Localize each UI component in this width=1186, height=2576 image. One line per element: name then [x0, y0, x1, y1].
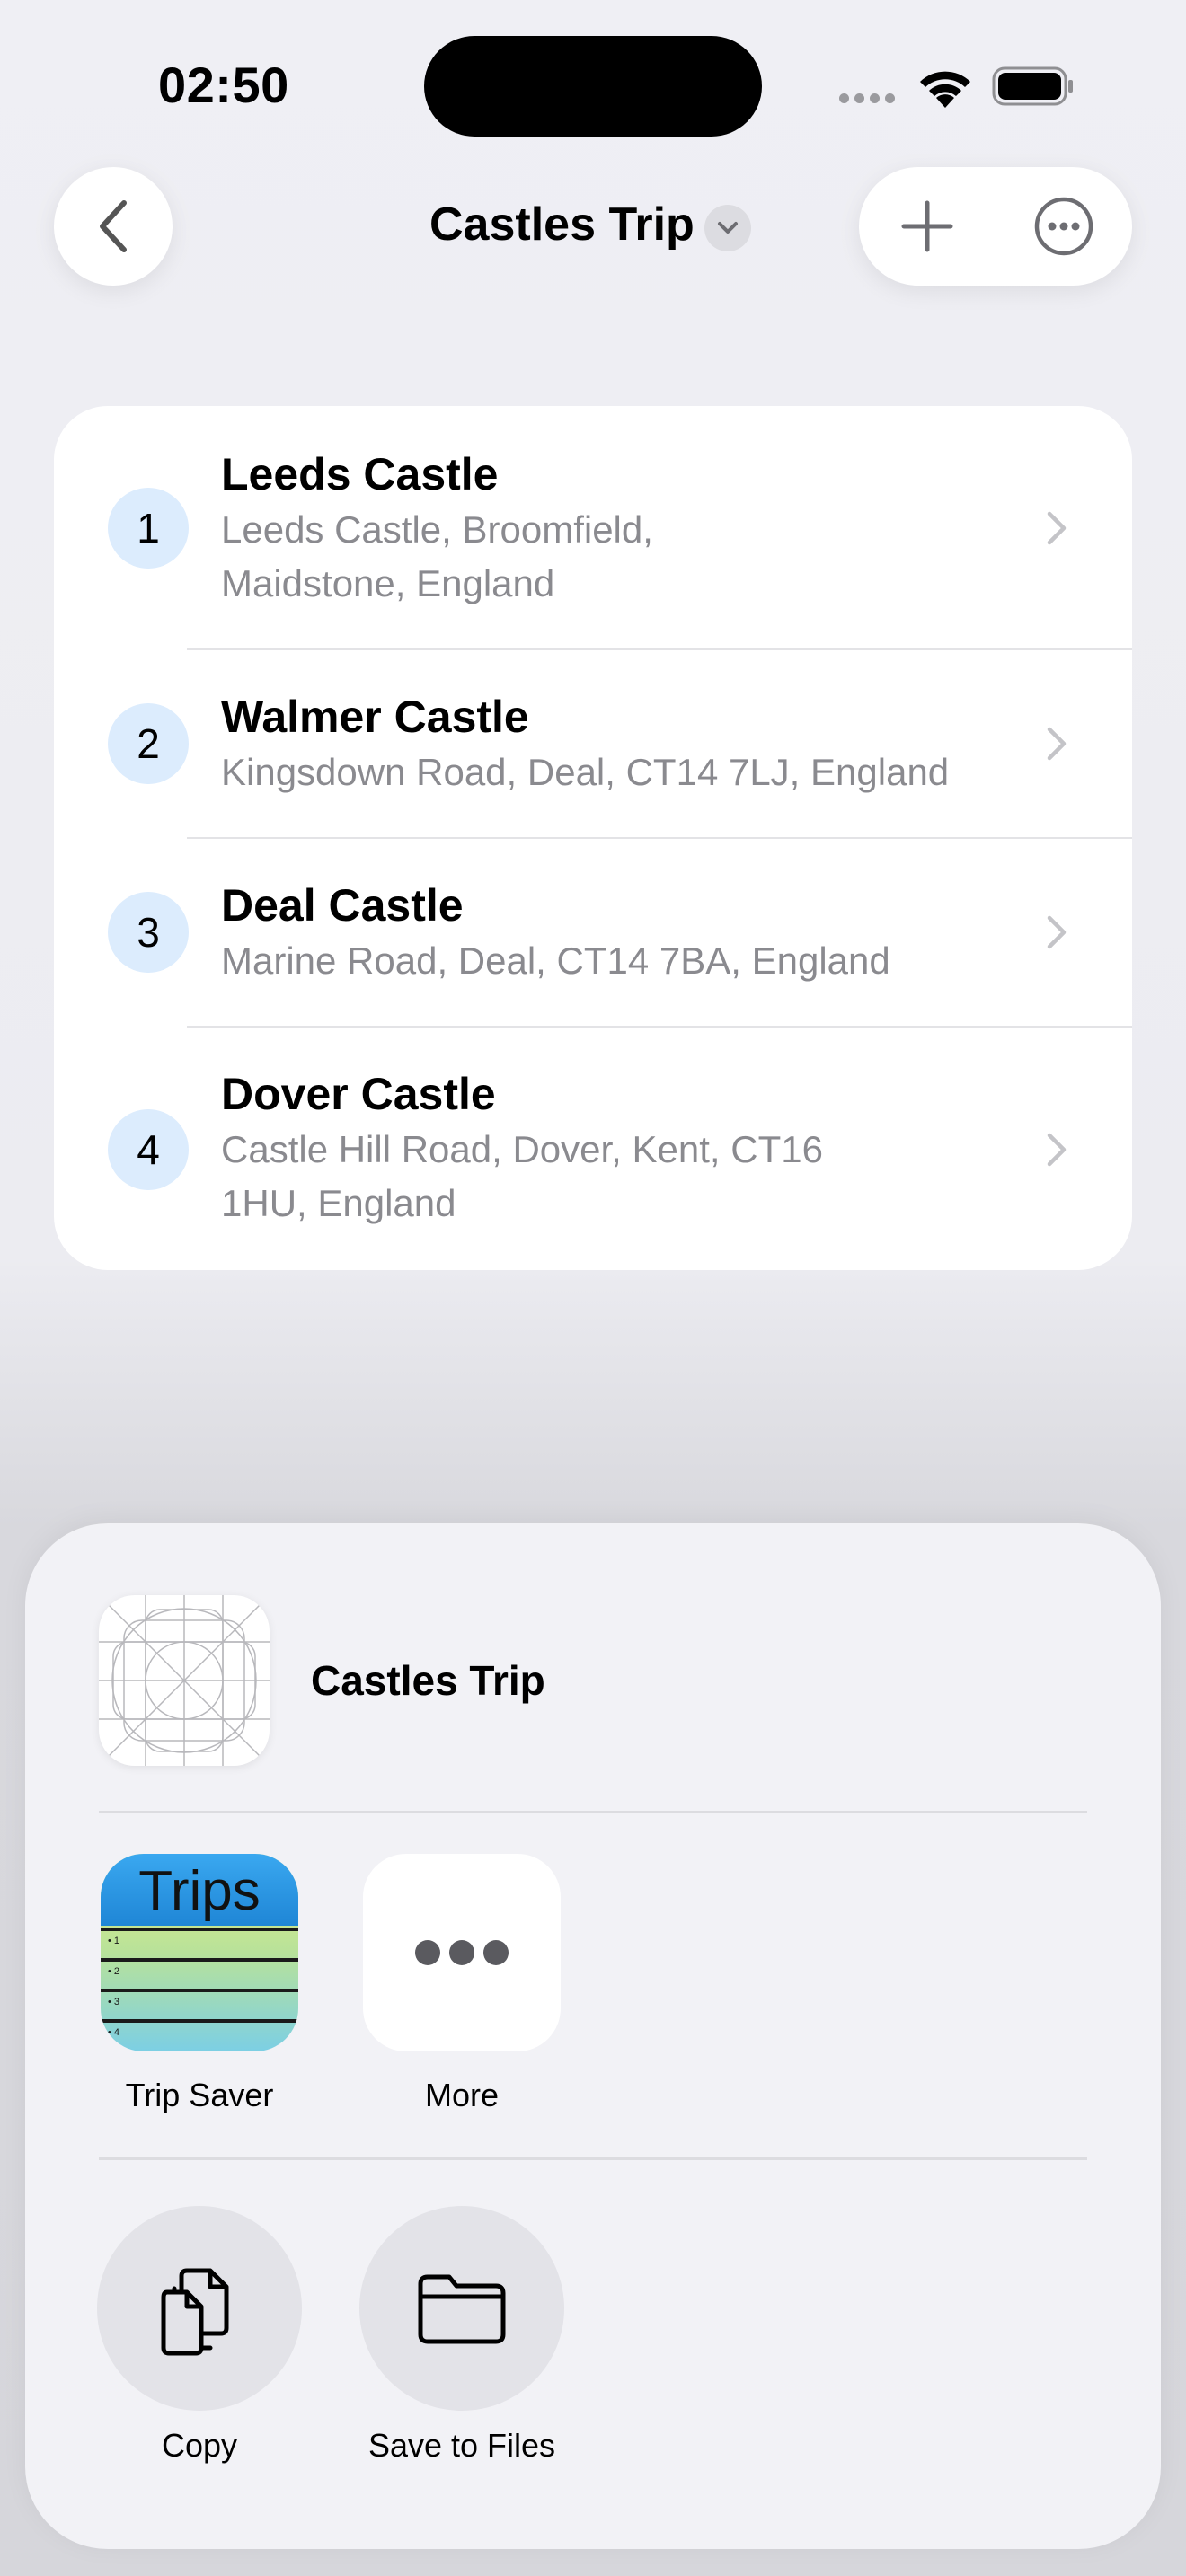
- list-item[interactable]: 3 Deal Castle Marine Road, Deal, CT14 7B…: [54, 839, 1132, 1026]
- list-item[interactable]: 2 Walmer Castle Kingsdown Road, Deal, CT…: [54, 650, 1132, 837]
- copy-label: Copy: [161, 2427, 238, 2464]
- plus-icon: [901, 200, 953, 252]
- page-title[interactable]: Castles Trip: [429, 198, 695, 251]
- save-to-files-label: Save to Files: [367, 2427, 556, 2464]
- svg-text:• 4: • 4: [108, 2027, 119, 2038]
- stop-address-line1: Marine Road, Deal, CT14 7BA, England: [221, 940, 890, 982]
- copy-button[interactable]: [97, 2206, 302, 2411]
- chevron-right-icon: [1047, 1133, 1067, 1167]
- stop-address-line1: Leeds Castle, Broomfield,: [221, 508, 653, 551]
- dynamic-island: [424, 36, 762, 137]
- title-menu-button[interactable]: [704, 205, 751, 251]
- share-sheet-title: Castles Trip: [311, 1657, 545, 1704]
- chevron-down-icon: [718, 222, 738, 234]
- status-time: 02:50: [158, 57, 289, 113]
- chevron-right-icon: [1047, 915, 1067, 949]
- stop-number-badge: 1: [108, 488, 189, 569]
- folder-icon: [418, 2274, 506, 2344]
- svg-text:• 2: • 2: [108, 1966, 119, 1977]
- more-label: More: [424, 2077, 500, 2113]
- stop-number-badge: 2: [108, 703, 189, 784]
- stop-number-badge: 4: [108, 1109, 189, 1190]
- stop-name: Deal Castle: [221, 880, 464, 931]
- share-app-trip-saver[interactable]: Trips • 1 • 2 • 3 • 4: [101, 1854, 298, 2051]
- svg-text:• 3: • 3: [108, 1997, 119, 2007]
- wifi-icon: [920, 71, 970, 108]
- back-button[interactable]: [54, 167, 173, 286]
- stop-address-line2: Maidstone, England: [221, 562, 555, 604]
- stop-name: Dover Castle: [221, 1069, 496, 1119]
- copy-icon: [161, 2268, 229, 2356]
- stop-address-line1: Castle Hill Road, Dover, Kent, CT16: [221, 1128, 823, 1170]
- cellular-signal-icon: [839, 92, 900, 108]
- add-button[interactable]: [859, 167, 996, 286]
- ellipsis-icon: [363, 1854, 561, 2051]
- chevron-left-icon: [100, 200, 127, 252]
- more-options-button[interactable]: [996, 167, 1132, 286]
- list-item[interactable]: 4 Dover Castle Castle Hill Road, Dover, …: [54, 1028, 1132, 1270]
- trips-icon-text: Trips: [138, 1860, 260, 1922]
- chevron-right-icon: [1047, 511, 1067, 545]
- battery-icon: [992, 66, 1073, 106]
- trip-saver-label: Trip Saver: [125, 2077, 274, 2113]
- chevron-right-icon: [1047, 727, 1067, 761]
- stops-list: 1 Leeds Castle Leeds Castle, Broomfield,…: [54, 406, 1132, 1270]
- app-placeholder-icon: [99, 1595, 270, 1766]
- svg-text:• 1: • 1: [108, 1936, 119, 1946]
- stop-number-badge: 3: [108, 892, 189, 973]
- toolbar-pill: [859, 167, 1132, 286]
- save-to-files-button[interactable]: [359, 2206, 564, 2411]
- sheet-divider: [99, 1811, 1087, 1813]
- ellipsis-circle-icon: [1034, 197, 1093, 256]
- share-app-more[interactable]: [363, 1854, 561, 2051]
- stop-name: Walmer Castle: [221, 692, 529, 742]
- list-item[interactable]: 1 Leeds Castle Leeds Castle, Broomfield,…: [54, 406, 1132, 648]
- stop-address-line2: 1HU, England: [221, 1182, 456, 1224]
- stop-name: Leeds Castle: [221, 449, 499, 499]
- trips-app-icon: Trips • 1 • 2 • 3 • 4: [101, 1854, 298, 2051]
- sheet-divider: [99, 2157, 1087, 2160]
- document-thumbnail: [99, 1595, 270, 1766]
- stop-address-line1: Kingsdown Road, Deal, CT14 7LJ, England: [221, 751, 950, 793]
